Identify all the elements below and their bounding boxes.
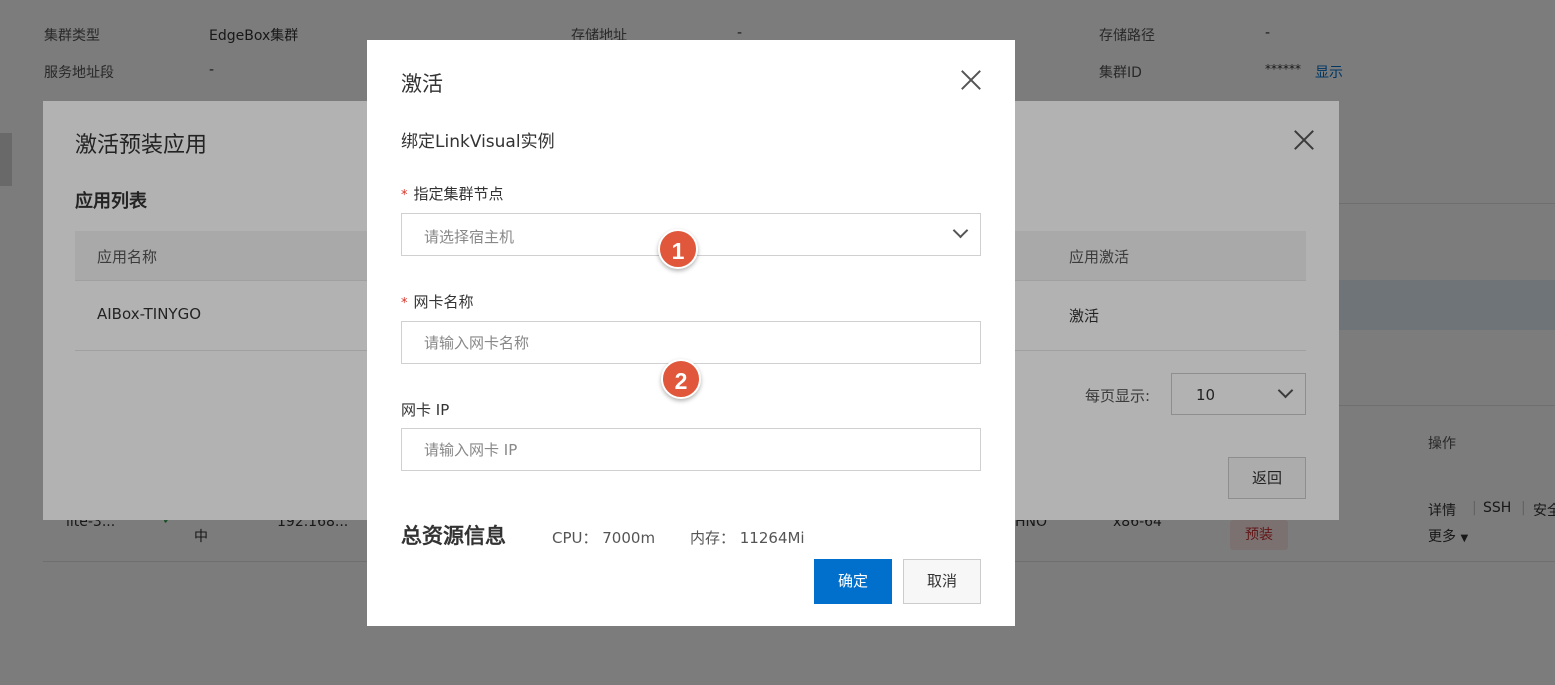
step-marker-2: 2: [661, 359, 701, 399]
dialog-subtitle: 绑定LinkVisual实例: [401, 132, 555, 152]
node-label-text: 指定集群节点: [413, 185, 504, 203]
nic-name-input[interactable]: [402, 322, 980, 363]
chevron-down-icon: [952, 222, 969, 239]
nic-ip-label: 网卡 IP: [401, 401, 450, 419]
required-mark: *: [401, 296, 408, 311]
nic-name-field-label: * 网卡名称: [401, 291, 474, 312]
nic-ip-field[interactable]: [401, 428, 981, 471]
cancel-button[interactable]: 取消: [903, 559, 981, 604]
confirm-button[interactable]: 确定: [814, 559, 892, 604]
nic-name-field[interactable]: [401, 321, 981, 364]
activate-dialog: 激活 绑定LinkVisual实例 * 指定集群节点 请选择宿主机 1 * 网卡名称…: [367, 40, 1015, 626]
nic-name-label-text: 网卡名称: [413, 293, 474, 311]
required-mark: *: [401, 188, 408, 203]
node-field-label: * 指定集群节点: [401, 183, 504, 204]
close-icon[interactable]: [958, 67, 984, 93]
dialog-title: 激活: [401, 72, 443, 96]
cpu-info: CPU： 7000m: [552, 529, 656, 547]
node-select-placeholder: 请选择宿主机: [424, 228, 515, 246]
memory-info: 内存： 11264Mi: [690, 529, 805, 547]
step-marker-1: 1: [658, 229, 698, 269]
resource-title: 总资源信息: [401, 524, 506, 548]
nic-ip-input[interactable]: [402, 429, 980, 470]
